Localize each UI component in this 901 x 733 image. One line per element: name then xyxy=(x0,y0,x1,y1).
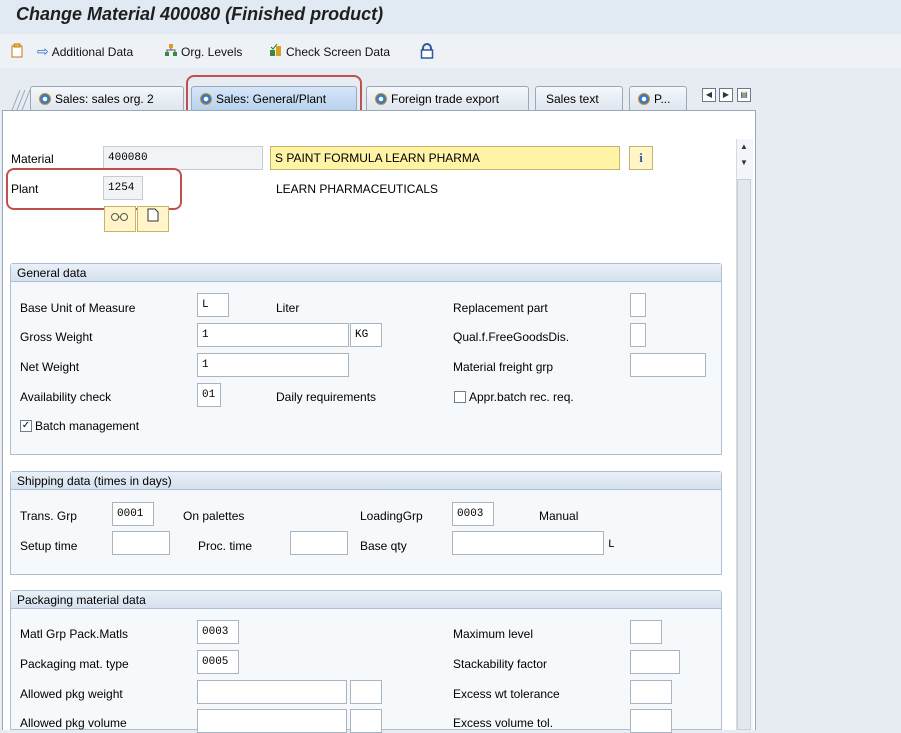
check-data-icon xyxy=(269,43,283,60)
allowed-pkg-volume-label: Allowed pkg volume xyxy=(20,716,127,730)
proc-time-field[interactable] xyxy=(290,531,348,555)
lock-icon[interactable] xyxy=(420,43,434,59)
base-uom-text: Liter xyxy=(276,301,300,315)
base-qty-unit: L xyxy=(608,539,615,551)
arrow-right-icon: ⇨ xyxy=(37,43,49,59)
gross-weight-field[interactable]: 1 xyxy=(197,323,349,347)
appr-batch-checkbox[interactable] xyxy=(454,391,466,403)
material-description-field[interactable]: S PAINT FORMULA LEARN PHARMA xyxy=(270,146,620,170)
tab-list-button[interactable]: ▤ xyxy=(737,88,751,102)
qual-free-goods-field[interactable] xyxy=(630,323,646,347)
tab-label: Foreign trade export xyxy=(391,91,500,106)
page-title: Change Material 400080 (Finished product… xyxy=(16,4,384,24)
weight-unit-field[interactable]: KG xyxy=(350,323,382,347)
scroll-thumb[interactable] xyxy=(737,179,751,730)
allowed-pkg-volume-unit-field[interactable] xyxy=(350,709,382,733)
excess-volume-tol-field[interactable] xyxy=(630,709,672,733)
info-icon[interactable]: i xyxy=(629,146,653,170)
availability-check-field[interactable]: 01 xyxy=(197,383,221,407)
matl-grp-pack-field[interactable]: 0003 xyxy=(197,620,239,644)
group-header: Shipping data (times in days) xyxy=(11,472,721,490)
scroll-down-icon[interactable]: ▼ xyxy=(740,158,748,167)
plant-highlight xyxy=(6,168,182,210)
tab-scroll-left-stub xyxy=(10,88,32,111)
material-label: Material xyxy=(11,152,54,166)
availability-check-label: Availability check xyxy=(20,390,112,404)
net-weight-field[interactable]: 1 xyxy=(197,353,349,377)
vertical-scrollbar[interactable]: ▲ ▼ xyxy=(736,139,753,730)
tab-foreign-trade-export[interactable]: Foreign trade export xyxy=(366,86,529,110)
tab-status-icon xyxy=(375,92,387,105)
maximum-level-field[interactable] xyxy=(630,620,662,644)
toolbar: ⇨ Additional Data Org. Levels Check Scre… xyxy=(0,34,901,68)
replacement-part-label: Replacement part xyxy=(453,301,548,315)
gross-weight-label: Gross Weight xyxy=(20,330,93,344)
tab-label: P... xyxy=(654,91,671,106)
trans-grp-label: Trans. Grp xyxy=(20,509,77,523)
title-bar: Change Material 400080 (Finished product… xyxy=(0,0,901,34)
display-change-icon[interactable] xyxy=(10,43,26,59)
replacement-part-field[interactable] xyxy=(630,293,646,317)
setup-time-label: Setup time xyxy=(20,539,78,553)
trans-grp-text: On palettes xyxy=(183,509,245,523)
matl-grp-pack-label: Matl Grp Pack.Matls xyxy=(20,627,129,641)
batch-management-checkbox[interactable]: ✓ xyxy=(20,420,32,432)
tab-sales-org-2[interactable]: Sales: sales org. 2 xyxy=(30,86,184,110)
material-freight-grp-label: Material freight grp xyxy=(453,360,554,374)
additional-data-button[interactable]: ⇨ Additional Data xyxy=(37,43,133,60)
additional-data-label: Additional Data xyxy=(51,44,134,59)
net-weight-label: Net Weight xyxy=(20,360,80,374)
excess-volume-tol-label: Excess volume tol. xyxy=(453,716,554,730)
tab-status-icon xyxy=(39,92,51,105)
group-header: Packaging material data xyxy=(11,591,721,609)
tab-status-icon xyxy=(638,92,650,105)
tab-label: Sales: sales org. 2 xyxy=(55,91,154,106)
loading-grp-text: Manual xyxy=(539,509,579,523)
base-qty-label: Base qty xyxy=(360,539,407,553)
excess-wt-tolerance-label: Excess wt tolerance xyxy=(453,687,560,701)
loading-grp-label: LoadingGrp xyxy=(360,509,423,523)
trans-grp-field[interactable]: 0001 xyxy=(112,502,154,526)
base-uom-field[interactable]: L xyxy=(197,293,229,317)
material-field[interactable]: 400080 xyxy=(103,146,263,170)
glasses-icon[interactable] xyxy=(104,206,136,232)
excess-wt-tolerance-field[interactable] xyxy=(630,680,672,704)
allowed-pkg-weight-label: Allowed pkg weight xyxy=(20,687,123,701)
batch-management-label: Batch management xyxy=(35,419,140,433)
material-freight-grp-field[interactable] xyxy=(630,353,706,377)
org-levels-label: Org. Levels xyxy=(181,44,243,59)
allowed-pkg-weight-unit-field[interactable] xyxy=(350,680,382,704)
check-screen-data-button[interactable]: Check Screen Data xyxy=(269,43,390,60)
qual-free-goods-label: Qual.f.FreeGoodsDis. xyxy=(453,330,570,344)
base-uom-label: Base Unit of Measure xyxy=(20,301,136,315)
loading-grp-field[interactable]: 0003 xyxy=(452,502,494,526)
check-screen-data-label: Check Screen Data xyxy=(286,44,391,59)
tab-label: Sales text xyxy=(546,91,599,106)
scroll-up-icon[interactable]: ▲ xyxy=(740,142,748,151)
availability-check-text: Daily requirements xyxy=(276,390,377,404)
tab-prev-button[interactable]: ◀ xyxy=(702,88,716,102)
group-header: General data xyxy=(11,264,721,282)
document-icon[interactable] xyxy=(137,206,169,232)
allowed-pkg-volume-field[interactable] xyxy=(197,709,347,733)
pkg-mat-type-label: Packaging mat. type xyxy=(20,657,129,671)
maximum-level-label: Maximum level xyxy=(453,627,534,641)
allowed-pkg-weight-field[interactable] xyxy=(197,680,347,704)
tab-sales-text[interactable]: Sales text xyxy=(535,86,623,110)
tab-next-button[interactable]: ▶ xyxy=(719,88,733,102)
appr-batch-label: Appr.batch rec. req. xyxy=(469,390,574,404)
tab-more[interactable]: P... xyxy=(629,86,687,110)
proc-time-label: Proc. time xyxy=(198,539,253,553)
org-levels-button[interactable]: Org. Levels xyxy=(164,43,242,60)
plant-description: LEARN PHARMACEUTICALS xyxy=(276,182,439,196)
pkg-mat-type-field[interactable]: 0005 xyxy=(197,650,239,674)
stackability-factor-label: Stackability factor xyxy=(453,657,548,671)
setup-time-field[interactable] xyxy=(112,531,170,555)
base-qty-field[interactable] xyxy=(452,531,604,555)
org-hierarchy-icon xyxy=(164,43,178,60)
stackability-factor-field[interactable] xyxy=(630,650,680,674)
